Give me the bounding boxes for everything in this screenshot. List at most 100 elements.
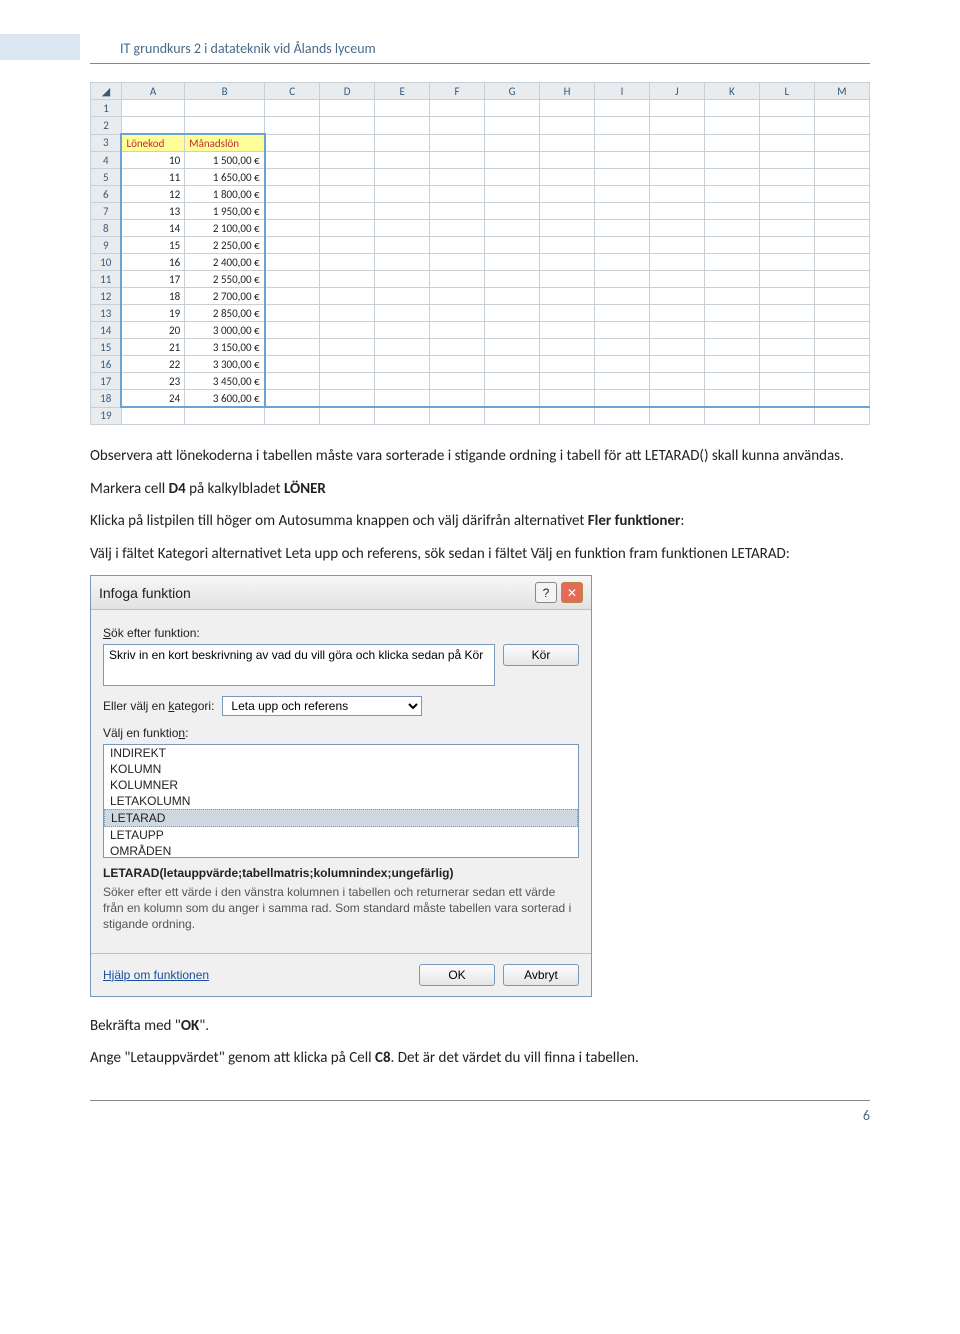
spreadsheet: ◢ A B C D E F G H I J K L M 1 2 3 Löneko… [90,82,870,425]
cell-B13[interactable]: 2 850,00 € [185,305,265,322]
paragraph-4: Välj i fältet Kategori alternativet Leta… [90,543,870,566]
course-header: IT grundkurs 2 i datateknik vid Ålands l… [120,40,870,57]
col-M[interactable]: M [814,83,869,100]
header-rule [90,63,870,64]
paragraph-5: Bekräfta med "OK". [90,1015,870,1038]
cell-A12[interactable]: 18 [121,288,184,305]
cell-B12[interactable]: 2 700,00 € [185,288,265,305]
row-10[interactable]: 10 [91,254,122,271]
col-E[interactable]: E [375,83,430,100]
cell-B16[interactable]: 3 300,00 € [185,356,265,373]
row-15[interactable]: 15 [91,339,122,356]
cell-B4[interactable]: 1 500,00 € [185,152,265,169]
paragraph-6: Ange "Letauppvärdet" genom att klicka på… [90,1047,870,1070]
cell-A10[interactable]: 16 [121,254,184,271]
cell-B18[interactable]: 3 600,00 € [185,390,265,408]
cell-A15[interactable]: 21 [121,339,184,356]
cell-A8[interactable]: 14 [121,220,184,237]
search-label: SSök efter funktion:ök efter funktion: [103,626,579,640]
row-18[interactable]: 18 [91,390,122,408]
col-L[interactable]: L [759,83,814,100]
function-syntax: LETARAD(letauppvärde;tabellmatris;kolumn… [103,866,579,880]
list-item[interactable]: INDIREKT [104,745,578,761]
cell-A6[interactable]: 12 [121,186,184,203]
cell-B15[interactable]: 3 150,00 € [185,339,265,356]
search-input[interactable]: Skriv in en kort beskrivning av vad du v… [103,644,495,686]
row-3[interactable]: 3 [91,134,122,152]
list-item[interactable]: LETAUPP [104,827,578,843]
row-12[interactable]: 12 [91,288,122,305]
row-9[interactable]: 9 [91,237,122,254]
select-fn-label: Välj en funktion: [103,726,579,740]
help-link[interactable]: Hjälp om funktionen [103,968,209,982]
dialog-title: Infoga funktion [99,585,191,601]
cell-B9[interactable]: 2 250,00 € [185,237,265,254]
cell-A7[interactable]: 13 [121,203,184,220]
col-D[interactable]: D [320,83,375,100]
cell-B5[interactable]: 1 650,00 € [185,169,265,186]
cell-A4[interactable]: 10 [121,152,184,169]
row-13[interactable]: 13 [91,305,122,322]
col-G[interactable]: G [485,83,540,100]
row-5[interactable]: 5 [91,169,122,186]
close-icon[interactable]: ✕ [561,582,583,603]
cell-A18[interactable]: 24 [121,390,184,408]
row-6[interactable]: 6 [91,186,122,203]
list-item[interactable]: KOLUMNER [104,777,578,793]
col-H[interactable]: H [540,83,595,100]
col-A[interactable]: A [121,83,184,100]
row-2[interactable]: 2 [91,117,122,135]
run-button[interactable]: Kör [503,644,579,666]
function-description: Söker efter ett värde i den vänstra kolu… [103,884,579,933]
row-19[interactable]: 19 [91,407,122,425]
cell-B14[interactable]: 3 000,00 € [185,322,265,339]
col-J[interactable]: J [649,83,704,100]
function-list[interactable]: INDIREKT KOLUMN KOLUMNER LETAKOLUMN LETA… [103,744,579,858]
footer-rule [90,1100,870,1101]
row-17[interactable]: 17 [91,373,122,390]
paragraph-3: Klicka på listpilen till höger om Autosu… [90,510,870,533]
col-C[interactable]: C [265,83,320,100]
header-accent [0,34,80,60]
row-4[interactable]: 4 [91,152,122,169]
cell-B6[interactable]: 1 800,00 € [185,186,265,203]
cell-A11[interactable]: 17 [121,271,184,288]
category-label: Eller välj en kategori: [103,699,214,713]
row-14[interactable]: 14 [91,322,122,339]
cell-B10[interactable]: 2 400,00 € [185,254,265,271]
cell-A3[interactable]: Lönekod [121,134,184,152]
row-8[interactable]: 8 [91,220,122,237]
list-item[interactable]: LETAKOLUMN [104,793,578,809]
col-B[interactable]: B [185,83,265,100]
row-1[interactable]: 1 [91,100,122,117]
cell-B7[interactable]: 1 950,00 € [185,203,265,220]
cell-A16[interactable]: 22 [121,356,184,373]
cell-B3[interactable]: Månadslön [185,134,265,152]
row-7[interactable]: 7 [91,203,122,220]
cell-A9[interactable]: 15 [121,237,184,254]
ok-button[interactable]: OK [419,964,495,986]
list-item-selected[interactable]: LETARAD [104,809,578,827]
select-all-corner[interactable]: ◢ [91,83,122,100]
insert-function-dialog: Infoga funktion ? ✕ SSök efter funktion:… [90,575,592,997]
cell-B8[interactable]: 2 100,00 € [185,220,265,237]
cancel-button[interactable]: Avbryt [503,964,579,986]
cell-A17[interactable]: 23 [121,373,184,390]
row-16[interactable]: 16 [91,356,122,373]
category-select[interactable]: Leta upp och referens [222,696,422,716]
cell-A5[interactable]: 11 [121,169,184,186]
page-number: 6 [90,1107,870,1124]
col-K[interactable]: K [704,83,759,100]
col-I[interactable]: I [595,83,650,100]
help-icon[interactable]: ? [535,582,557,603]
cell-B17[interactable]: 3 450,00 € [185,373,265,390]
cell-B11[interactable]: 2 550,00 € [185,271,265,288]
row-11[interactable]: 11 [91,271,122,288]
col-F[interactable]: F [430,83,485,100]
list-item[interactable]: OMRÅDEN [104,843,578,858]
paragraph-2: Markera cell D4 på kalkylbladet LÖNER [90,478,870,501]
list-item[interactable]: KOLUMN [104,761,578,777]
cell-A14[interactable]: 20 [121,322,184,339]
paragraph-1: Observera att lönekoderna i tabellen mås… [90,445,870,468]
cell-A13[interactable]: 19 [121,305,184,322]
